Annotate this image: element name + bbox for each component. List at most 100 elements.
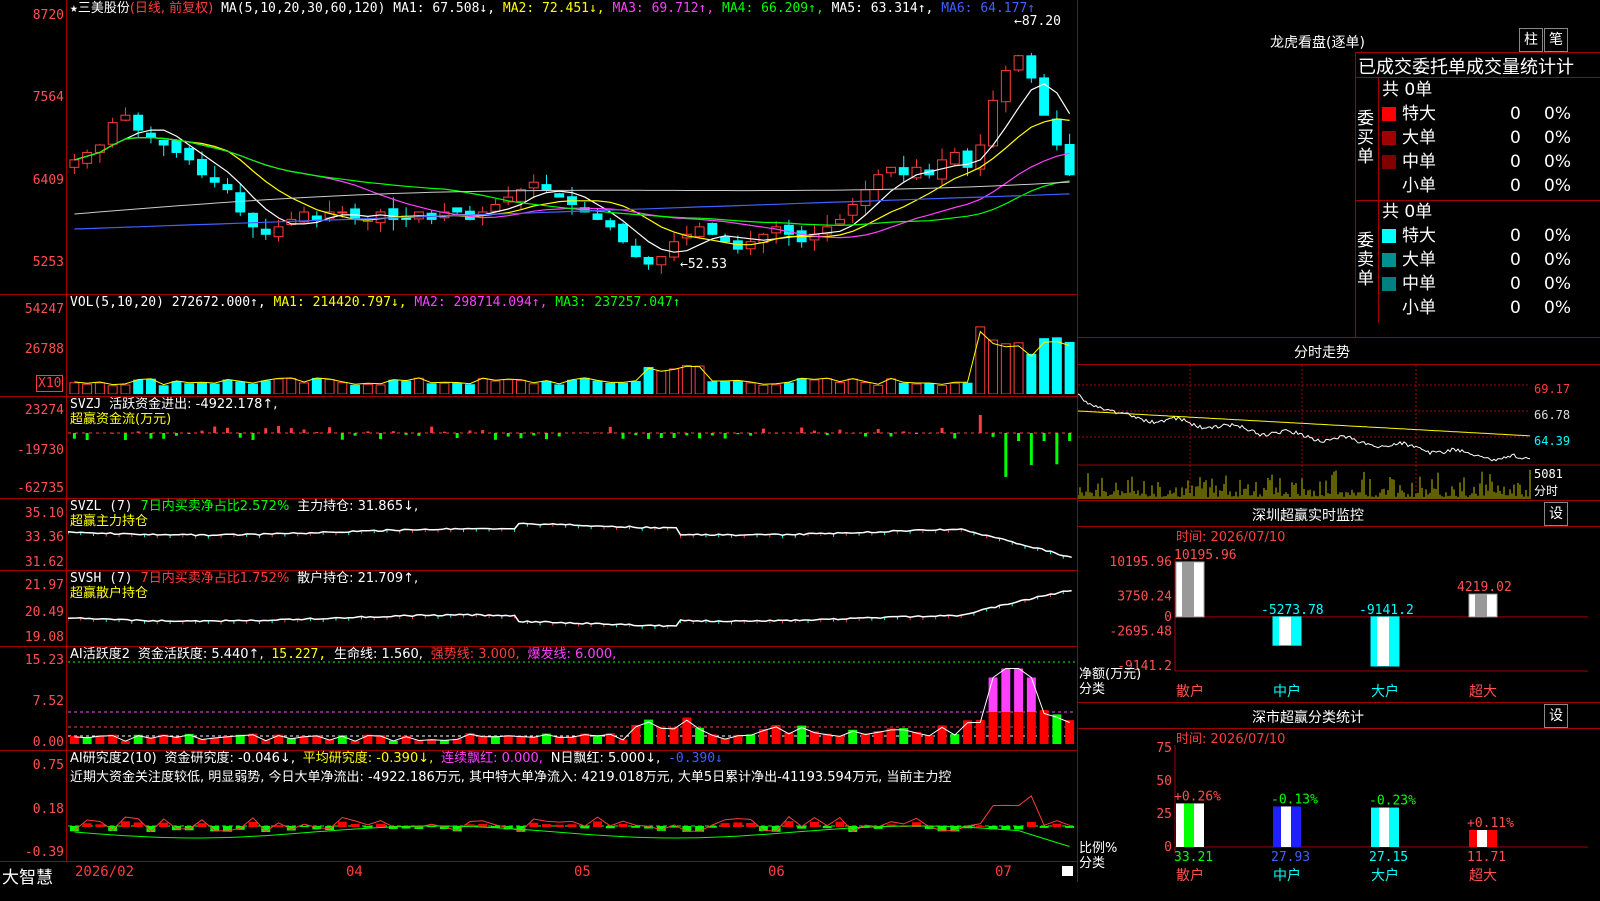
candle-body: [273, 226, 284, 238]
candle-body: [197, 158, 207, 176]
svzl-panel[interactable]: SVZL (7) 7日内买卖净占比2.572% 主力持仓: 31.865↓, 超…: [0, 498, 1077, 571]
research-bar: [248, 821, 258, 827]
price-tick: 5253: [32, 255, 64, 270]
candle-body: [235, 192, 246, 213]
bar-shine: [1279, 616, 1291, 646]
lock-icon[interactable]: [1062, 866, 1073, 876]
main-holding-line: [68, 522, 1072, 559]
tick-mode-button[interactable]: 笔: [1544, 28, 1568, 52]
bar-mode-button[interactable]: 柱: [1519, 28, 1543, 52]
intraday-panel[interactable]: 分时走势 69.17 66.78 64.39 5081 分时: [1078, 338, 1600, 500]
activity-bar: [988, 677, 998, 712]
volume-bar: [528, 383, 539, 394]
activity-bar: [975, 719, 985, 744]
ratio-value: 27.93: [1271, 850, 1310, 865]
intraday-tick: 66.78: [1534, 408, 1571, 422]
ai-activity-panel[interactable]: AI活跃度2 资金活跃度: 5.440↑, 15.227, 生命线: 1.560…: [0, 646, 1077, 751]
retail-holding-chart[interactable]: [68, 578, 1076, 644]
ai-research-panel[interactable]: AI研究度2(10) 资金研究度: -0.046↓, 平均研究度: -0.390…: [0, 750, 1077, 860]
order-type: 大单: [1402, 128, 1436, 148]
svsh-panel[interactable]: SVSH (7) 7日内买卖净占比1.752% 散户持仓: 21.709↑, 超…: [0, 570, 1077, 647]
order-percent: 0%: [1544, 298, 1571, 318]
ratio-tick: 25: [1156, 807, 1172, 822]
lhb-panel[interactable]: 龙虎看盘(逐单) 柱 笔 已成交委托单成交量统计计 委买单 委卖单 共 0单 特…: [1078, 0, 1600, 338]
vol-unit-box: X10: [36, 375, 64, 392]
svzj-panel[interactable]: SVZJ 活跃资金进出: -4922.178↑, 超赢资金流(万元) 23274…: [0, 396, 1077, 499]
monitor-panel[interactable]: 深圳超赢实时监控 设 时间: 2026/07/10 10195.96 3750.2…: [1078, 500, 1600, 703]
ai-research-tick: 0.18: [32, 802, 64, 817]
candle-body: [82, 151, 93, 164]
volume-bar: [886, 378, 896, 394]
order-type: 特大: [1402, 226, 1436, 246]
category-label: 超大: [1469, 684, 1497, 700]
research-bar: [350, 823, 360, 827]
candlestick-chart[interactable]: [68, 14, 1076, 278]
order-percent: 0%: [1544, 176, 1571, 196]
order-count: 0: [1510, 152, 1521, 172]
price-tick: 7564: [32, 90, 64, 105]
activity-bar: [1001, 712, 1011, 744]
research-bar: [720, 823, 730, 827]
volume-bar: [783, 382, 794, 394]
stat-panel[interactable]: 深市超赢分类统计 设 时间: 2026/07/10 75 50 25 0 +0.26% 3…: [1078, 702, 1600, 901]
candle-body: [120, 114, 131, 121]
activity-bar: [861, 733, 870, 744]
price-tick: 8720: [32, 8, 64, 23]
ma-line: [74, 118, 1070, 246]
ratio-chart[interactable]: 75 50 25 0 +0.26% 33.21 散户 -0.13% 27.93 中户 -0.23% 2…: [1078, 703, 1600, 901]
research-bar: [784, 821, 794, 827]
svsh-tick: 21.97: [24, 578, 64, 593]
volume-bar: [554, 384, 565, 394]
volume-bar: [145, 378, 156, 394]
bar-shine: [1281, 806, 1291, 847]
ratio-change: +0.26%: [1174, 789, 1221, 804]
candle-body: [107, 122, 118, 145]
research-bar: [822, 826, 832, 829]
volume-bar: [911, 383, 922, 394]
order-row: 中单 0 0%: [1382, 272, 1600, 296]
brand-logo[interactable]: 大智慧: [2, 863, 53, 888]
volume-panel[interactable]: VOL(5,10,20) 272672.000↑, MA1: 214420.79…: [0, 294, 1077, 397]
volume-bar: [350, 384, 361, 394]
ratio-tick: 75: [1156, 741, 1172, 756]
research-chart[interactable]: [68, 788, 1076, 860]
fund-flow-chart[interactable]: [68, 406, 1076, 496]
candle-body: [694, 226, 705, 237]
order-percent: 0%: [1544, 250, 1571, 270]
price-panel[interactable]: ★三美股份(日线, 前复权) MA(5,10,20,30,60,120) MA1…: [0, 0, 1077, 295]
category-label: 超大: [1469, 868, 1497, 884]
candle-body: [949, 151, 960, 165]
volume-bar: [503, 379, 514, 394]
candle-body: [630, 245, 641, 258]
buy-total: 共 0单: [1382, 80, 1433, 100]
order-row: 大单 0 0%: [1382, 126, 1600, 150]
volume-bar: [758, 384, 769, 394]
ai-research-legend: AI研究度2(10) 资金研究度: -0.046↓, 平均研究度: -0.390…: [70, 751, 723, 766]
ai-activity-tick: 0.00: [32, 735, 64, 750]
volume-bar: [197, 382, 207, 394]
color-swatch: [1382, 229, 1396, 243]
candle-body: [1013, 55, 1024, 71]
order-row: 特大 0 0%: [1382, 224, 1600, 248]
candle-body: [452, 207, 463, 213]
net-flow-chart[interactable]: 10195.96 3750.24 0-2695.48 -9141.2 10195.96 散…: [1078, 501, 1600, 703]
ai-activity-tick: 7.52: [32, 694, 64, 709]
volume-bar: [720, 381, 731, 394]
activity-chart[interactable]: [68, 658, 1076, 748]
research-bar: [1026, 821, 1036, 827]
vol-legend: VOL(5,10,20) 272672.000↑, MA1: 214420.79…: [70, 295, 681, 310]
sell-side-label: 委卖单: [1357, 231, 1374, 289]
intraday-chart[interactable]: [1078, 365, 1600, 500]
volume-bar: [464, 384, 475, 394]
research-bar: [746, 822, 756, 827]
candle-body: [554, 193, 565, 198]
vol-ma-line: [74, 330, 1070, 386]
volume-bar: [707, 381, 718, 394]
volume-chart[interactable]: [68, 312, 1076, 394]
order-type: 小单: [1402, 176, 1436, 196]
candle-body: [184, 147, 195, 161]
price-tick: 6409: [32, 173, 64, 188]
kline-area[interactable]: ★三美股份(日线, 前复权) MA(5,10,20,30,60,120) MA1…: [0, 0, 1077, 888]
research-bar: [159, 822, 169, 827]
main-holding-chart[interactable]: [68, 506, 1076, 568]
